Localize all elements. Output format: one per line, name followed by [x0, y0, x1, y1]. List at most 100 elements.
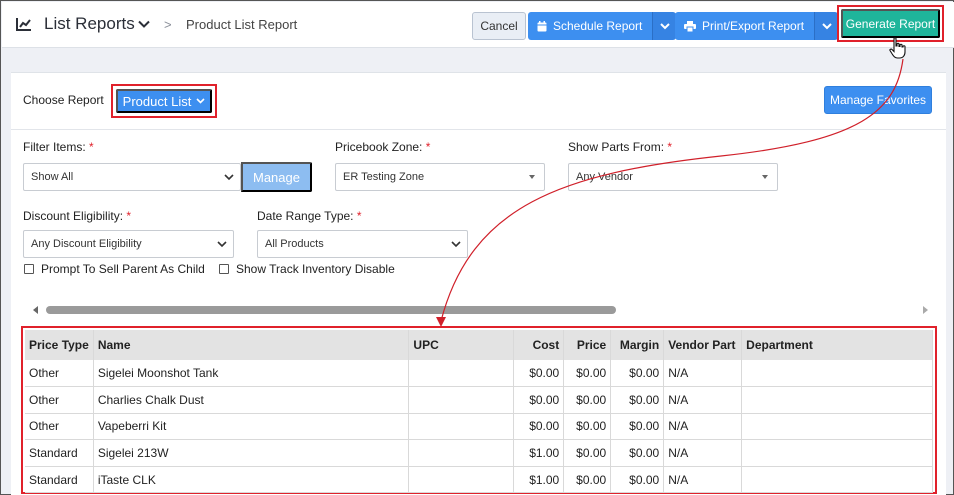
table-cell: $0.00 — [513, 413, 565, 441]
show-parts-from-select[interactable]: Any Vendor — [568, 163, 778, 191]
scroll-right-arrow-icon[interactable] — [923, 306, 928, 314]
table-cell: $0.00 — [563, 413, 612, 441]
date-range-type-label-text: Date Range Type: — [257, 209, 354, 223]
table-cell: N/A — [663, 439, 743, 467]
prompt-parent-checkbox-row: Prompt To Sell Parent As Child — [24, 262, 205, 276]
pricebook-zone-label-text: Pricebook Zone: — [335, 140, 423, 154]
date-range-type-value: All Products — [265, 238, 324, 250]
track-inventory-checkbox[interactable] — [219, 264, 229, 274]
table-cell: $0.00 — [563, 386, 612, 414]
divider — [11, 129, 946, 130]
pricebook-zone-select[interactable]: ER Testing Zone — [335, 163, 545, 191]
table-cell: $0.00 — [610, 413, 665, 441]
table-cell: iTaste CLK — [93, 466, 410, 494]
table-cell: Charlies Chalk Dust — [93, 386, 410, 414]
breadcrumb-separator: > — [164, 17, 172, 32]
chart-line-icon — [16, 18, 31, 31]
table-cell — [741, 466, 933, 494]
caret-down-icon — [529, 175, 535, 179]
column-header[interactable]: Name — [93, 330, 410, 360]
table-cell: N/A — [663, 466, 743, 494]
print-export-label: Print/Export Report — [702, 19, 805, 33]
column-header[interactable]: Vendor Part — [663, 330, 743, 360]
caret-down-icon — [762, 175, 768, 179]
column-header[interactable]: Margin — [610, 330, 665, 360]
column-header[interactable]: Department — [741, 330, 933, 360]
product-list-dropdown[interactable]: Product List — [116, 89, 212, 113]
track-inventory-label[interactable]: Show Track Inventory Disable — [236, 262, 395, 276]
print-export-button[interactable]: Print/Export Report — [675, 12, 815, 40]
table-cell: $1.00 — [513, 466, 565, 494]
column-header[interactable]: Price — [563, 330, 612, 360]
schedule-report-split-button: Schedule Report — [528, 12, 677, 40]
print-export-dropdown[interactable] — [814, 12, 839, 40]
prompt-parent-checkbox[interactable] — [24, 264, 34, 274]
filter-items-label-text: Filter Items: — [23, 140, 86, 154]
filter-items-select[interactable]: Show All — [23, 163, 241, 191]
discount-eligibility-label: Discount Eligibility: * — [23, 209, 131, 223]
discount-eligibility-select[interactable]: Any Discount Eligibility — [23, 230, 234, 258]
schedule-report-dropdown[interactable] — [652, 12, 677, 40]
required-marker: * — [425, 140, 431, 154]
column-header[interactable]: Price Type — [25, 330, 94, 360]
scrollbar-thumb[interactable] — [46, 306, 616, 314]
table-row[interactable]: Standard Sigelei 213W $1.00 $0.00 $0.00 … — [25, 439, 933, 467]
pricebook-zone-value: ER Testing Zone — [343, 171, 425, 183]
breadcrumb: Product List Report — [186, 17, 298, 32]
table-cell — [408, 439, 515, 467]
table-cell: $0.00 — [610, 360, 665, 388]
table-cell — [741, 386, 933, 414]
filter-items-label: Filter Items: * — [23, 140, 94, 154]
chevron-down-icon[interactable] — [138, 20, 150, 29]
table-cell: $0.00 — [513, 360, 565, 388]
table-row[interactable]: Other Charlies Chalk Dust $0.00 $0.00 $0… — [25, 386, 933, 414]
table-cell: $0.00 — [610, 386, 665, 414]
column-header[interactable]: UPC — [408, 330, 515, 360]
column-header[interactable]: Cost — [513, 330, 565, 360]
print-export-split-button: Print/Export Report — [675, 12, 839, 40]
table-cell — [408, 413, 515, 441]
show-parts-from-value: Any Vendor — [576, 171, 633, 183]
table-cell: Standard — [25, 466, 94, 494]
choose-report-label: Choose Report — [23, 93, 104, 107]
table-cell — [408, 360, 515, 388]
top-header: List Reports > Product List Report Cance… — [2, 2, 954, 48]
report-panel: Choose Report Product List Manage Favori… — [11, 72, 946, 495]
table-cell: Other — [25, 413, 94, 441]
cancel-button[interactable]: Cancel — [472, 12, 526, 40]
printer-icon — [684, 20, 696, 32]
required-marker: * — [126, 209, 132, 223]
discount-eligibility-value: Any Discount Eligibility — [31, 238, 142, 250]
chevron-down-icon — [224, 174, 234, 181]
table-cell — [741, 413, 933, 441]
table-cell: N/A — [663, 386, 743, 414]
table-row[interactable]: Other Sigelei Moonshot Tank $0.00 $0.00 … — [25, 360, 933, 388]
table-row[interactable]: Standard iTaste CLK $1.00 $0.00 $0.00 N/… — [25, 466, 933, 494]
table-cell: $1.00 — [513, 439, 565, 467]
calendar-icon — [537, 20, 547, 32]
horizontal-scrollbar[interactable] — [33, 302, 928, 318]
window-frame: List Reports > Product List Report Cance… — [0, 0, 954, 495]
chevron-down-icon — [217, 241, 227, 248]
app-title[interactable]: List Reports — [44, 14, 135, 34]
scroll-left-arrow-icon[interactable] — [33, 306, 38, 314]
chevron-down-icon — [451, 241, 461, 248]
required-marker: * — [356, 209, 362, 223]
date-range-type-label: Date Range Type: * — [257, 209, 362, 223]
table-cell: N/A — [663, 360, 743, 388]
date-range-type-select[interactable]: All Products — [257, 230, 468, 258]
manage-button[interactable]: Manage — [241, 162, 312, 192]
table-cell: $0.00 — [563, 360, 612, 388]
results-table: Price Type Name UPC Cost Price Margin Ve… — [25, 330, 933, 494]
schedule-report-button[interactable]: Schedule Report — [528, 12, 653, 40]
table-cell: $0.00 — [610, 466, 665, 494]
table-cell — [741, 439, 933, 467]
table-row[interactable]: Other Vapeberri Kit $0.00 $0.00 $0.00 N/… — [25, 413, 933, 441]
table-cell: Other — [25, 360, 94, 388]
generate-report-button[interactable]: Generate Report — [841, 9, 940, 38]
manage-favorites-button[interactable]: Manage Favorites — [824, 86, 932, 114]
prompt-parent-label[interactable]: Prompt To Sell Parent As Child — [41, 262, 205, 276]
product-list-label: Product List — [122, 93, 192, 109]
chevron-down-icon — [660, 22, 670, 29]
table-cell: Sigelei Moonshot Tank — [93, 360, 410, 388]
